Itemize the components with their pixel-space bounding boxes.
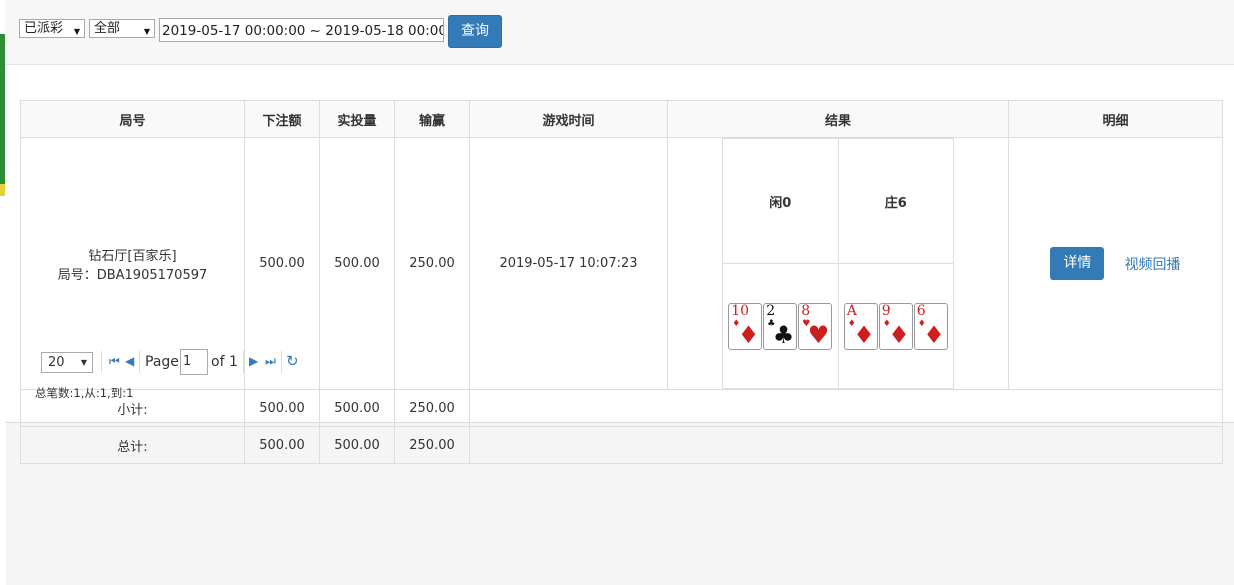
detail-cell: 详情 视频回播 xyxy=(1008,137,1223,390)
divider xyxy=(243,351,244,373)
table-header-row: 局号 下注额 实投量 输赢 游戏时间 结果 明细 xyxy=(20,100,1223,138)
card-suit-icon: ♦ xyxy=(888,320,910,349)
page-number-input[interactable]: 1 xyxy=(180,349,208,375)
column-header: 实投量 xyxy=(319,100,395,138)
refresh-icon[interactable]: ↻ xyxy=(286,352,299,370)
card-rank: 10 xyxy=(731,302,750,319)
total-label: 总计: xyxy=(20,426,245,464)
column-header: 下注额 xyxy=(244,100,320,138)
status-select[interactable]: 已派彩 ▼ xyxy=(19,19,85,38)
divider xyxy=(101,351,102,373)
card-suit-icon: ♣ xyxy=(772,320,795,349)
player-label: 闲0 xyxy=(722,138,839,264)
round-id: 局号：DBA1905170597 xyxy=(57,267,208,283)
chevron-down-icon: ▼ xyxy=(143,27,150,36)
playing-card: 10 ♦ ♦ xyxy=(728,302,763,350)
total-valid-bet: 500.00 xyxy=(319,426,395,464)
subtotal-row: 小计: 500.00 500.00 250.00 xyxy=(20,389,1223,427)
banker-cards: A ♦ ♦ 9 ♦ ♦ 6 ♦ ♦ xyxy=(839,302,954,350)
status-select-value: 已派彩 xyxy=(24,21,64,36)
prev-page-icon[interactable]: ◀ xyxy=(125,354,134,368)
page-size-select[interactable]: 20 ▼ xyxy=(41,352,93,373)
total-bet: 500.00 xyxy=(244,426,320,464)
card-rank: 6 xyxy=(916,302,926,319)
room-name: 钻石厅[百家乐] xyxy=(88,248,177,264)
playing-card: 6 ♦ ♦ xyxy=(913,302,948,350)
type-select[interactable]: 全部 ▼ xyxy=(89,19,155,38)
column-header: 输赢 xyxy=(394,100,470,138)
card-rank: 9 xyxy=(881,302,891,319)
player-cards: 10 ♦ ♦ 2 ♣ ♣ 8 ♥ ♥ xyxy=(723,302,838,350)
video-replay-link[interactable]: 视频回播 xyxy=(1125,254,1181,274)
page-count-label: of 1 xyxy=(211,354,238,370)
subtotal-valid-bet: 500.00 xyxy=(319,389,395,427)
column-header: 局号 xyxy=(20,100,245,138)
subtotal-bet: 500.00 xyxy=(244,389,320,427)
type-select-value: 全部 xyxy=(94,21,121,36)
card-suit-icon: ♦ xyxy=(737,320,760,349)
column-header: 游戏时间 xyxy=(469,100,668,138)
total-win-loss: 250.00 xyxy=(394,426,470,464)
first-page-icon[interactable]: ⏮ xyxy=(109,354,120,369)
banker-label: 庄6 xyxy=(837,138,954,264)
query-button[interactable]: 查询 xyxy=(448,15,502,48)
pagination-bar: 20 ▼ ⏮ ◀ Page 1 of 1 ▶ ⏭ ↻ xyxy=(41,349,441,375)
bet-records-table: 局号 下注额 实投量 输赢 游戏时间 结果 明细 钻石厅[百家乐] 局号：DBA… xyxy=(20,100,1223,464)
result-cell: 闲0 庄6 10 ♦ ♦ 2 ♣ ♣ 8 ♥ ♥ A ♦ ♦ 9 ♦ ♦ 6 ♦ ♦ xyxy=(667,137,1009,390)
card-rank: 8 xyxy=(801,302,811,319)
playing-card: A ♦ ♦ xyxy=(843,302,878,350)
playing-card: 9 ♦ ♦ xyxy=(878,302,913,350)
filter-toolbar: 已派彩 ▼ 全部 ▼ 2019-05-17 00:00:00 ~ 2019-05… xyxy=(5,0,1234,65)
game-time-cell: 2019-05-17 10:07:23 xyxy=(469,137,668,390)
result-table: 闲0 庄6 10 ♦ ♦ 2 ♣ ♣ 8 ♥ ♥ A ♦ ♦ 9 ♦ ♦ 6 ♦ ♦ xyxy=(722,138,954,389)
card-suit-icon: ♦ xyxy=(923,320,945,349)
card-rank: 2 xyxy=(766,302,776,319)
results-panel: 局号 下注额 实投量 输赢 游戏时间 结果 明细 钻石厅[百家乐] 局号：DBA… xyxy=(5,65,1234,464)
record-summary: 总笔数:1,从:1,到:1 xyxy=(35,386,134,400)
card-rank: A xyxy=(846,302,857,319)
divider xyxy=(139,351,140,373)
subtotal-win-loss: 250.00 xyxy=(394,389,470,427)
page-size-value: 20 xyxy=(48,355,65,370)
card-suit-icon: ♥ xyxy=(807,320,830,349)
divider xyxy=(281,351,282,373)
column-header: 结果 xyxy=(667,100,1009,138)
detail-button[interactable]: 详情 xyxy=(1050,247,1105,280)
chevron-down-icon: ▼ xyxy=(73,27,80,36)
playing-card: 2 ♣ ♣ xyxy=(763,302,798,350)
page-label: Page xyxy=(145,354,179,370)
playing-card: 8 ♥ ♥ xyxy=(798,302,833,350)
chevron-down-icon: ▼ xyxy=(80,358,87,367)
total-row: 总计: 500.00 500.00 250.00 xyxy=(20,426,1223,464)
last-page-icon[interactable]: ⏭ xyxy=(265,354,276,369)
column-header: 明细 xyxy=(1008,100,1223,138)
next-page-icon[interactable]: ▶ xyxy=(249,354,258,368)
card-suit-icon: ♦ xyxy=(853,320,875,349)
date-range-input[interactable]: 2019-05-17 00:00:00 ~ 2019-05-18 00:00:0… xyxy=(159,18,444,42)
